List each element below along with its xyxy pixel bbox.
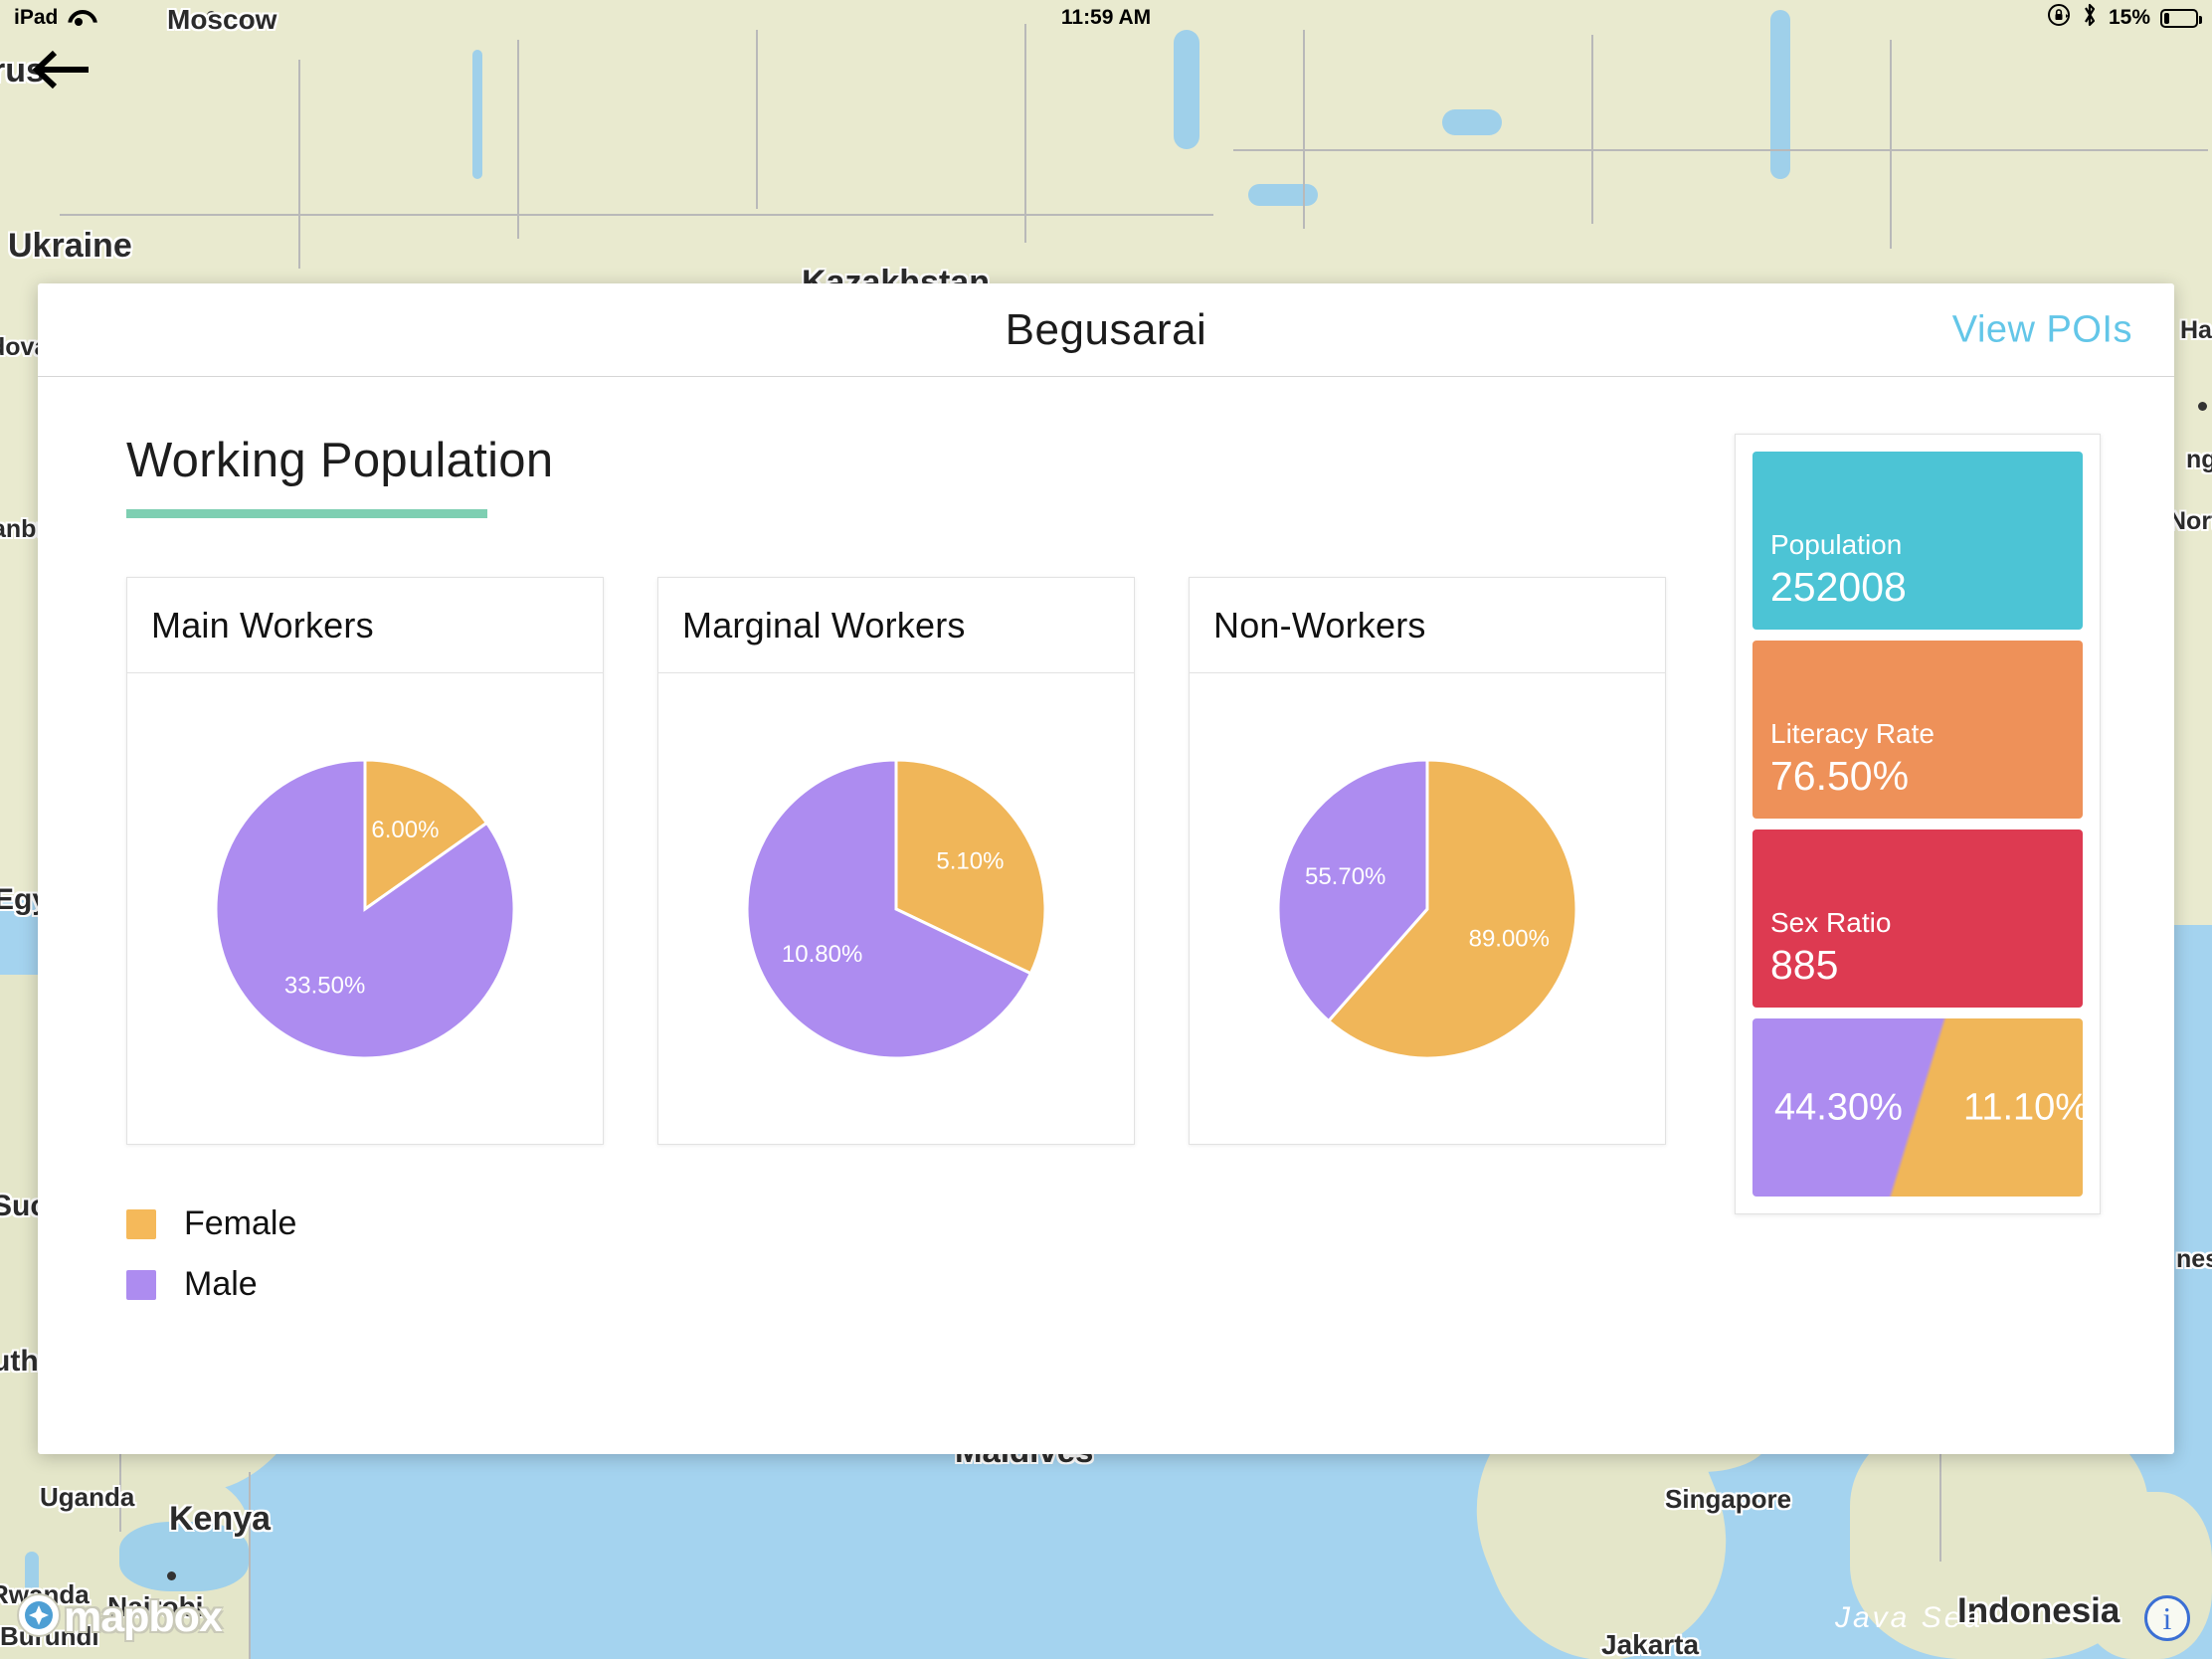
mapbox-logo-icon [16,1592,62,1643]
battery-icon [2160,8,2202,28]
map-lake-north-2 [1248,184,1318,206]
legend-item-female[interactable]: Female [126,1204,1695,1243]
pie-slice-label: 55.70% [1305,863,1385,890]
pie-chart[interactable]: 6.00% 33.50% [216,759,514,1058]
mapbox-attribution[interactable]: mapbox [16,1592,223,1643]
map-river-north-1 [472,50,482,179]
mapbox-wordmark: mapbox [64,1593,223,1641]
charts-column: Working Population Main Workers 6.00% 33.5… [82,433,1735,1424]
chart-card-title: Main Workers [151,604,374,645]
pie-chart[interactable]: 5.10% 10.80% [747,759,1045,1058]
legend-label: Male [184,1265,258,1303]
split-left-value: 44.30% [1774,1086,1903,1128]
chart-card-title: Marginal Workers [682,604,966,645]
stat-label-population: Population [1770,528,1903,560]
map-border-2 [517,40,519,239]
map-place-label: Uganda [40,1482,135,1512]
stat-card-literacy-rate[interactable]: Literacy Rate 76.50% [1752,641,2083,819]
map-place-label: uth [0,1345,39,1378]
chart-card: Non-Workers 89.00% 55.70% [1189,577,1666,1145]
map-city-dot-east [2198,402,2207,411]
back-button[interactable] [33,47,92,92]
ipad-screen: MoscowrusUkraineKazakhstandovaanbuEgySuc… [0,0,2212,1659]
bluetooth-icon [2081,2,2099,34]
map-place-label: Nort [2168,507,2212,535]
page-title: Begusarai [1005,304,1207,354]
stats-column: Population 252008 Literacy Rate 76.50% S… [1735,433,2130,1424]
map-place-label: Ukraine [8,227,132,265]
map-place-label: Kenya [169,1500,272,1538]
map-border-9 [1233,149,2208,151]
district-detail-modal: Begusarai View POIs Working Population M… [38,283,2174,1454]
map-sea-label: Java Sea [1835,1601,1984,1634]
chart-card: Marginal Workers 5.10% 10.80% [657,577,1135,1145]
map-border-8 [60,214,1213,216]
map-border-5 [1303,30,1305,229]
status-bar: iPad 11:59 AM 15% [0,0,2212,36]
pie-slice-label: 33.50% [284,972,365,999]
info-icon[interactable]: i [2144,1595,2190,1641]
device-name: iPad [14,6,59,29]
modal-header: Begusarai View POIs [38,283,2174,377]
chart-card-title: Non-Workers [1213,604,1426,645]
map-border-7 [1890,40,1892,249]
chart-card-header: Non-Workers [1190,578,1665,673]
chart-card: Main Workers 6.00% 33.50% [126,577,604,1145]
map-lake-north-1 [1442,109,1502,135]
pie-chart-row: Main Workers 6.00% 33.50% Marginal Workers 5… [126,577,1695,1145]
info-label: i [2162,1599,2172,1636]
map-river-north-2 [1174,30,1199,149]
stat-card-sex-ratio[interactable]: Sex Ratio 885 [1752,830,2083,1008]
map-border-1 [298,60,300,269]
stat-value-population: 252008 [1770,563,1907,610]
map-place-label: nes [2176,1245,2212,1273]
chart-card-body: 6.00% 33.50% [127,673,603,1144]
map-border-4 [1024,24,1026,243]
map-border-3 [756,30,758,209]
stat-label-literacy-rate: Literacy Rate [1770,717,1935,749]
split-right-value: 11.10% [1963,1086,2083,1128]
legend-label: Female [184,1204,297,1242]
legend-swatch-icon [126,1269,156,1300]
pie-chart[interactable]: 89.00% 55.70% [1278,759,1576,1058]
pie-slice-label: 10.80% [782,941,862,968]
modal-body: Working Population Main Workers 6.00% 33.5… [38,377,2174,1454]
chart-card-header: Marginal Workers [658,578,1134,673]
map-land-sulawesi [2079,1492,2212,1659]
battery-percent: 15% [2108,6,2150,29]
section-title-underline [126,509,487,518]
status-bar-right: 15% [2047,2,2202,34]
status-bar-left: iPad [14,6,90,30]
rotation-lock-icon [2047,3,2071,33]
map-place-label: ng [2186,446,2212,473]
view-pois-link[interactable]: View POIs [1952,308,2132,351]
status-bar-time: 11:59 AM [1060,6,1152,29]
chart-legend: Female Male [126,1204,1695,1304]
pie-slice-label: 89.00% [1469,925,1550,952]
stat-card-population[interactable]: Population 252008 [1752,452,2083,630]
map-place-label: Ha [2180,316,2212,344]
section-title: Working Population [126,434,554,487]
stat-card-worker-split[interactable]: 44.30% 11.10% [1752,1018,2083,1197]
legend-item-male[interactable]: Male [126,1265,1695,1304]
map-place-label: Jakarta [1601,1629,1700,1659]
chart-card-header: Main Workers [127,578,603,673]
stat-label-sex-ratio: Sex Ratio [1770,906,1892,938]
stat-value-sex-ratio: 885 [1770,941,1839,988]
map-border-6 [1591,35,1593,224]
stat-panel: Population 252008 Literacy Rate 76.50% S… [1735,434,2101,1214]
map-place-label: Singapore [1665,1484,1792,1514]
stat-value-literacy-rate: 76.50% [1770,752,1910,799]
chart-card-body: 5.10% 10.80% [658,673,1134,1144]
pie-slice-label: 6.00% [371,817,439,843]
pie-slice-label: 5.10% [936,847,1004,874]
chart-card-body: 89.00% 55.70% [1190,673,1665,1144]
map-city-dot-nairobi [167,1571,176,1580]
legend-swatch-icon [126,1208,156,1239]
wifi-icon [68,10,90,26]
